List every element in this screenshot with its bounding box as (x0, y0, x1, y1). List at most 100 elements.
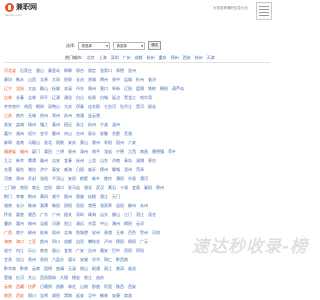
city-link[interactable]: 鄂州 (156, 185, 164, 190)
city-link[interactable]: 阜新 (112, 86, 120, 91)
city-link[interactable]: 湖北 (84, 185, 92, 190)
city-link[interactable]: 嘉兴 (4, 131, 12, 136)
city-link[interactable]: 绵阳 (128, 239, 136, 244)
city-link[interactable]: 资阳 (124, 248, 132, 253)
city-link[interactable]: 衡阳 (52, 203, 60, 208)
city-link[interactable]: 桂林 (40, 230, 48, 235)
city-link[interactable]: 肇庆 (4, 221, 12, 226)
city-link[interactable]: 淮南 (16, 140, 24, 145)
city-link[interactable]: 河南 (4, 176, 12, 181)
city-link[interactable]: 黑河 (136, 104, 144, 109)
city-link[interactable]: 西藏 (16, 284, 24, 289)
city-link[interactable]: 佳木斯 (88, 104, 100, 109)
city-link[interactable]: 周口 (56, 185, 64, 190)
city-link[interactable]: 广元 (140, 239, 148, 244)
city-link[interactable]: 西双版纳 (40, 275, 56, 280)
city-link[interactable]: 绍兴 (28, 131, 36, 136)
city-link[interactable]: 茂名 (148, 212, 156, 217)
city-link[interactable]: 扬州 (28, 122, 36, 127)
city-link[interactable]: 邢台 (76, 68, 84, 73)
city-link[interactable]: 怒江 (84, 275, 92, 280)
city-link[interactable]: 宜昌 (132, 185, 140, 190)
city-link[interactable]: 黄山 (80, 140, 88, 145)
city-link[interactable]: 林芝 (68, 284, 76, 289)
city-link[interactable]: 黔西南 (116, 257, 128, 262)
city-link[interactable]: 湖南 (4, 203, 12, 208)
city-link[interactable]: 抚州 (76, 158, 84, 163)
city-link[interactable]: 漯河 (140, 176, 148, 181)
city-link[interactable]: 铜仁 (104, 257, 112, 262)
city-link[interactable]: 连云港 (88, 113, 100, 118)
city-link[interactable]: 红河 (16, 275, 24, 280)
city-link[interactable]: 焦作 (104, 176, 112, 181)
city-link[interactable]: 白城 (100, 95, 108, 100)
city-link[interactable]: 泸州 (104, 239, 112, 244)
city-link[interactable]: 郴州 (128, 203, 136, 208)
city-link[interactable]: 大连 (28, 86, 36, 91)
city-link[interactable]: 商丘 (32, 185, 40, 190)
city-link[interactable]: 铜川 (28, 293, 36, 298)
city-link[interactable]: 东营 (4, 167, 12, 172)
city-link[interactable]: 岳阳 (76, 203, 84, 208)
city-link[interactable]: 伊春 (76, 104, 84, 109)
city-link[interactable]: 玉溪 (68, 266, 76, 271)
city-link[interactable]: 莆田 (44, 149, 52, 154)
city-link[interactable]: 攀枝花 (88, 239, 100, 244)
city-link[interactable]: 双鸭山 (48, 104, 60, 109)
city-link[interactable]: 赣州 (40, 158, 48, 163)
city-link[interactable]: 杭州 (88, 122, 96, 127)
city-link[interactable]: 湘潭 (40, 203, 48, 208)
city-link[interactable]: 哈尔滨 (140, 95, 152, 100)
hot-city-link[interactable]: 郑州 (171, 55, 179, 60)
hot-city-link[interactable]: 重庆 (159, 55, 167, 60)
city-link[interactable]: 黑龙江 (124, 95, 136, 100)
city-link[interactable]: 娄底 (16, 212, 24, 217)
city-link[interactable]: 贵州 (28, 257, 36, 262)
city-link[interactable]: 山东 (100, 158, 108, 163)
confirm-button[interactable]: 确定 (148, 41, 162, 50)
city-link[interactable]: 邯郸 (64, 68, 72, 73)
city-link[interactable]: 大理 (60, 275, 68, 280)
city-link[interactable]: 陕西 (4, 293, 12, 298)
city-link[interactable]: 盐城 (16, 122, 24, 127)
city-link[interactable]: 云浮 (136, 221, 144, 226)
city-link[interactable]: 安顺 (80, 257, 88, 262)
city-link[interactable]: 牡丹江 (120, 104, 132, 109)
city-link[interactable]: 湛江 (136, 212, 144, 217)
city-link[interactable]: 汕头 (100, 212, 108, 217)
city-link[interactable]: 怀化 (4, 212, 12, 217)
city-link[interactable]: 三明 (56, 149, 64, 154)
city-link[interactable]: 鸡西 (24, 104, 32, 109)
city-link[interactable]: 南阳 (20, 185, 28, 190)
province-select[interactable]: 请选择 ▼ (78, 41, 111, 50)
city-link[interactable]: 运城 (124, 77, 132, 82)
city-link[interactable]: 景德镇 (152, 149, 164, 154)
city-link[interactable]: 河北省 (4, 68, 16, 73)
city-link[interactable]: 阜阳 (104, 140, 112, 145)
city-link[interactable]: 濮阳 (116, 176, 124, 181)
city-link[interactable]: 河池 (152, 230, 160, 235)
city-link[interactable]: 盘锦 (136, 86, 144, 91)
city-link[interactable]: 朝阳 (160, 86, 168, 91)
city-link[interactable]: 黄石 (108, 185, 116, 190)
city-link[interactable]: 六安 (128, 140, 136, 145)
city-link[interactable]: 仙桃 (88, 194, 96, 199)
city-link[interactable]: 吉林 (28, 95, 36, 100)
city-link[interactable]: 承德 (116, 68, 124, 73)
city-link[interactable]: 湘西 (28, 212, 36, 217)
city-link[interactable]: 宿迁 (64, 122, 72, 127)
hot-city-link[interactable]: 天津 (207, 55, 215, 60)
city-link[interactable]: 大同 (52, 77, 60, 82)
city-link[interactable]: 内江 (16, 248, 24, 253)
city-link[interactable]: 无锡 (28, 113, 36, 118)
city-link[interactable]: 玉林 (116, 230, 124, 235)
city-link[interactable]: 商洛 (124, 293, 132, 298)
city-link[interactable]: 太原 (40, 77, 48, 82)
city-link[interactable]: 海南 (4, 239, 12, 244)
hot-city-link[interactable]: 苏州 (195, 55, 203, 60)
hot-city-link[interactable]: 杭州 (147, 55, 155, 60)
city-link[interactable]: 百色 (128, 230, 136, 235)
city-link[interactable]: 永州 (140, 203, 148, 208)
city-link[interactable]: 儋州 (40, 239, 48, 244)
city-link[interactable]: 马鞍山 (28, 140, 40, 145)
